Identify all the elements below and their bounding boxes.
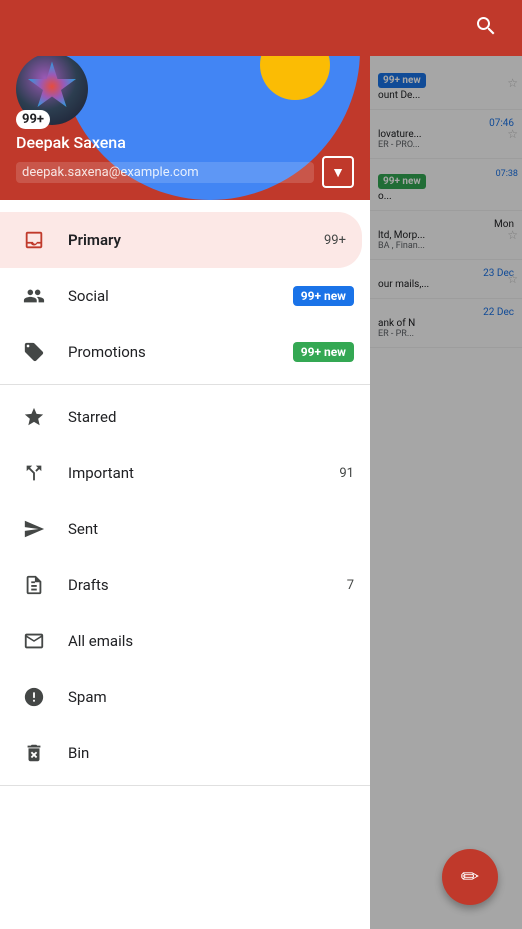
nav-section-inbox: Primary 99+ Social 99+ new Promotions 99… [0,208,370,385]
promotions-badge: 99+ new [293,342,354,362]
drafts-label: Drafts [68,576,347,594]
chevron-down-icon: ▼ [331,164,345,181]
sent-icon [16,511,52,547]
sidebar-item-starred[interactable]: Starred [0,389,370,445]
sent-label: Sent [68,520,354,538]
drawer-header-content: 99+ Deepak Saxena deepak.saxena@example.… [0,41,370,200]
primary-count: 99+ [324,233,346,248]
avatar-container: 99+ [16,53,88,125]
bin-label: Bin [68,744,354,762]
avatar-burst [27,62,77,112]
drawer-overlay[interactable] [370,0,522,929]
promotions-label: Promotions [68,343,293,361]
unread-badge: 99+ [16,110,50,129]
account-switch-button[interactable]: ▼ [322,156,354,188]
drafts-icon [16,567,52,603]
spam-icon [16,679,52,715]
promotions-icon [16,334,52,370]
all-emails-icon [16,623,52,659]
sidebar-item-bin[interactable]: Bin [0,725,370,781]
sidebar-item-spam[interactable]: Spam [0,669,370,725]
primary-label: Primary [68,231,324,249]
sidebar-item-drafts[interactable]: Drafts 7 [0,557,370,613]
starred-label: Starred [68,408,354,426]
social-label: Social [68,287,293,305]
compose-fab[interactable]: ✏ [442,849,498,905]
sidebar-item-important[interactable]: Important 91 [0,445,370,501]
drafts-count: 7 [347,578,354,593]
sidebar-item-promotions[interactable]: Promotions 99+ new [0,324,370,380]
spam-label: Spam [68,688,354,706]
important-label: Important [68,464,339,482]
all-emails-label: All emails [68,632,354,650]
star-icon [16,399,52,435]
sidebar-item-sent[interactable]: Sent [0,501,370,557]
social-icon [16,278,52,314]
bin-icon [16,735,52,771]
user-name: Deepak Saxena [16,133,354,152]
user-email: deepak.saxena@example.com [16,162,314,183]
important-count: 91 [339,466,354,481]
important-icon [16,455,52,491]
sidebar-item-all-emails[interactable]: All emails [0,613,370,669]
compose-icon: ✏ [461,865,479,890]
social-badge: 99+ new [293,286,354,306]
nav-items: Primary 99+ Social 99+ new Promotions 99… [0,200,370,929]
search-button[interactable] [466,6,506,50]
search-icon [474,14,498,38]
user-email-row: deepak.saxena@example.com ▼ [16,156,354,188]
sidebar-item-social[interactable]: Social 99+ new [0,268,370,324]
nav-drawer: 99+ Deepak Saxena deepak.saxena@example.… [0,0,370,929]
nav-section-folders: Starred Important 91 Sent [0,385,370,786]
app-bar [0,0,522,56]
inbox-icon [16,222,52,258]
sidebar-item-primary[interactable]: Primary 99+ [0,212,362,268]
